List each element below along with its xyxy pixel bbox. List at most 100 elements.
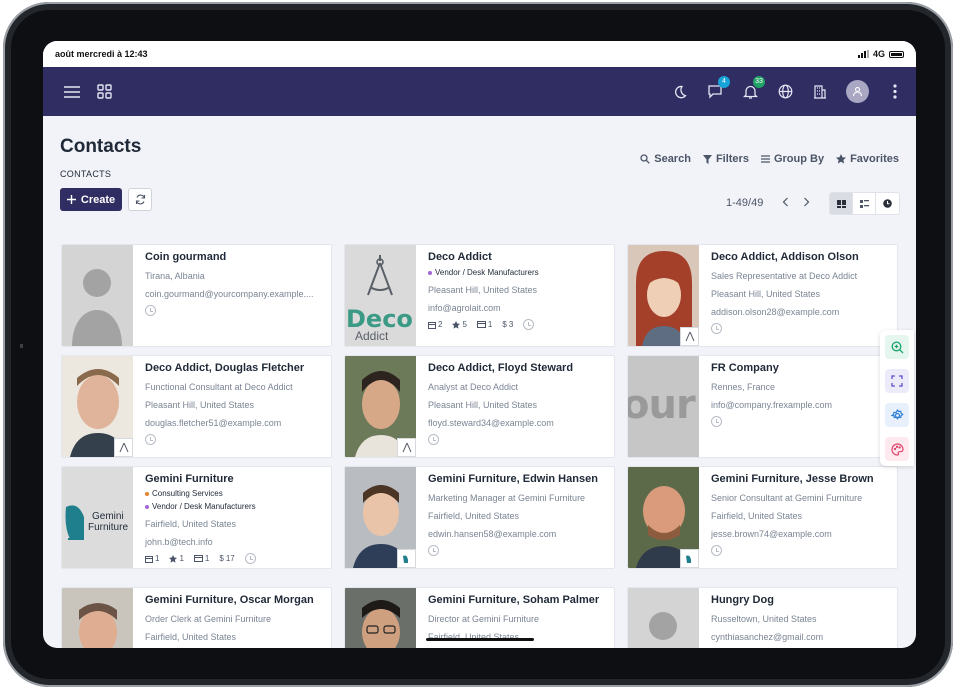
search-label: Search: [654, 153, 691, 165]
company-logo-gemini-furniture: Gemini Furniture: [62, 467, 133, 568]
fr-logo-word: our: [628, 382, 696, 428]
invoices-stat[interactable]: 1: [193, 554, 209, 563]
theme-palette-button[interactable]: [885, 437, 909, 461]
activity-clock-icon[interactable]: [428, 545, 439, 556]
activity-clock-icon[interactable]: [244, 553, 256, 564]
sales-stat[interactable]: $17: [219, 554, 234, 563]
contact-photo-woman: [628, 245, 699, 346]
user-avatar[interactable]: [846, 80, 869, 103]
expand-icon: [891, 375, 903, 387]
contact-card[interactable]: Coin gourmand Tirana, Albania coin.gourm…: [61, 244, 332, 347]
company-mini-logo-icon: [680, 549, 699, 568]
calendar-icon: [428, 321, 436, 329]
network-label: 4G: [872, 49, 885, 59]
group-by-dropdown[interactable]: Group By: [760, 153, 824, 165]
messages-icon[interactable]: 4: [706, 75, 730, 101]
pager-next-icon[interactable]: [799, 195, 813, 209]
activity-clock-icon[interactable]: [428, 434, 439, 445]
contact-name: Coin gourmand: [145, 251, 227, 263]
battery-icon: [889, 50, 904, 58]
pager-previous-icon[interactable]: [778, 195, 792, 209]
contact-stats: 2 5 1 $3: [428, 319, 608, 330]
contact-location: Fairfield, United States: [711, 511, 803, 521]
notification-bell-icon[interactable]: 33: [741, 75, 765, 101]
contact-card[interactable]: Deco Addict Deco Addict Vendor / Desk Ma…: [344, 244, 615, 347]
activity-clock-icon[interactable]: [711, 416, 722, 427]
contact-photo-placeholder: [628, 588, 699, 648]
activity-view-button[interactable]: [876, 193, 899, 214]
star-icon: [169, 554, 178, 563]
filters-dropdown[interactable]: Filters: [702, 153, 749, 165]
invoices-stat[interactable]: 1: [476, 320, 492, 329]
contact-card[interactable]: Gemini Furniture, Edwin Hansen Marketing…: [344, 466, 615, 569]
dark-mode-moon-icon[interactable]: [671, 83, 689, 101]
meetings-stat[interactable]: 2: [428, 320, 442, 329]
gemini-logo-word-1: Gemini: [92, 511, 124, 522]
company-mini-logo-icon: [680, 327, 699, 346]
status-indicators: 4G: [857, 49, 904, 59]
zoom-in-button[interactable]: [885, 335, 909, 359]
contact-location: Pleasant Hill, United States: [145, 400, 255, 410]
contact-card[interactable]: Deco Addict, Addison Olson Sales Represe…: [627, 244, 898, 347]
contact-name: FR Company: [711, 362, 779, 374]
star-icon: [452, 320, 461, 329]
breadcrumb[interactable]: CONTACTS: [60, 169, 111, 179]
rating-stat[interactable]: 1: [169, 554, 184, 563]
contact-card[interactable]: our FR Company Rennes, France info@compa…: [627, 355, 898, 458]
create-button[interactable]: Create: [60, 188, 122, 211]
contact-location: Fairfield, United States: [428, 511, 520, 521]
tag-label: Consulting Services: [152, 489, 223, 498]
status-datetime: août mercredi à 12:43: [55, 49, 148, 59]
list-view-button[interactable]: [853, 193, 876, 214]
pager-value[interactable]: 1-49/49: [726, 197, 763, 209]
search-toggle[interactable]: Search: [640, 153, 691, 165]
contact-job-title: Order Clerk at Gemini Furniture: [145, 614, 272, 624]
plus-icon: [66, 195, 76, 204]
contact-photo-man: [62, 588, 133, 648]
contact-card[interactable]: Deco Addict, Douglas Fletcher Functional…: [61, 355, 332, 458]
company-building-icon[interactable]: [811, 83, 829, 101]
contact-name: Gemini Furniture, Oscar Morgan: [145, 594, 314, 606]
tag-label: Vendor / Desk Manufacturers: [435, 268, 539, 277]
messages-badge: 4: [718, 75, 730, 88]
kanban-view-button[interactable]: [830, 193, 853, 214]
contact-card[interactable]: Deco Addict, Floyd Steward Analyst at De…: [344, 355, 615, 458]
fullscreen-button[interactable]: [885, 369, 909, 393]
contact-card[interactable]: Gemini Furniture Gemini Furniture Consul…: [61, 466, 332, 569]
meetings-stat[interactable]: 1: [145, 554, 159, 563]
home-indicator[interactable]: [426, 638, 534, 641]
contact-name: Gemini Furniture, Jesse Brown: [711, 473, 874, 485]
contact-email: info@company.frexample.com: [711, 400, 833, 410]
language-globe-icon[interactable]: [776, 83, 794, 101]
refresh-button[interactable]: [128, 188, 152, 211]
tag-label: Vendor / Desk Manufacturers: [152, 502, 256, 511]
contact-card[interactable]: Gemini Furniture, Oscar Morgan Order Cle…: [61, 587, 332, 648]
hamburger-menu-icon[interactable]: [63, 83, 81, 101]
activity-clock-icon[interactable]: [145, 305, 156, 316]
rating-stat[interactable]: 5: [452, 320, 467, 329]
signal-icon: [857, 50, 869, 58]
contact-job-title: Director at Gemini Furniture: [428, 614, 540, 624]
activity-clock-icon[interactable]: [523, 319, 535, 330]
favorites-dropdown[interactable]: Favorites: [836, 153, 899, 165]
rating-count: 5: [462, 320, 467, 329]
activity-clock-icon[interactable]: [145, 434, 156, 445]
settings-button[interactable]: [885, 403, 909, 427]
contact-stats: 1 1 1 $17: [145, 553, 325, 564]
contact-name: Deco Addict, Douglas Fletcher: [145, 362, 305, 374]
list-icon: [760, 155, 770, 163]
contact-job-title: Senior Consultant at Gemini Furniture: [711, 493, 863, 503]
view-switcher: [829, 192, 900, 215]
activity-clock-icon[interactable]: [711, 323, 722, 334]
kanban-view-icon: [836, 199, 846, 208]
contact-card[interactable]: Gemini Furniture, Jesse Brown Senior Con…: [627, 466, 898, 569]
contact-card[interactable]: Hungry Dog Russeltown, United States cyn…: [627, 587, 898, 648]
contact-email: douglas.fletcher51@example.com: [145, 418, 282, 428]
contact-name: Deco Addict, Floyd Steward: [428, 362, 574, 374]
more-options-icon[interactable]: [886, 83, 904, 101]
dollar-icon: $: [502, 320, 507, 329]
activity-clock-icon[interactable]: [711, 545, 722, 556]
contact-location: Tirana, Albania: [145, 271, 205, 281]
apps-grid-icon[interactable]: [95, 83, 113, 101]
sales-stat[interactable]: $3: [502, 320, 513, 329]
